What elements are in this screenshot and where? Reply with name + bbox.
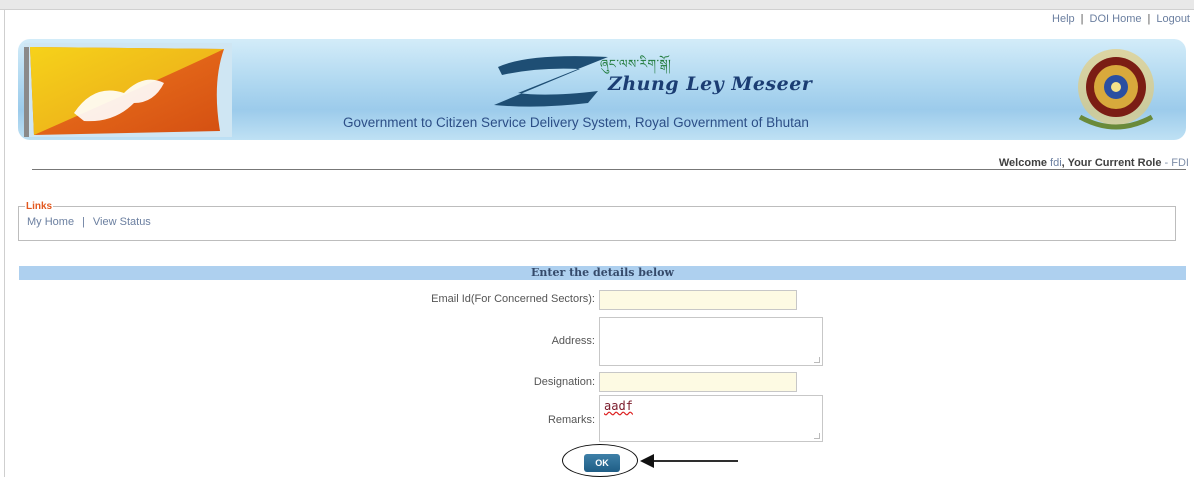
doi-home-link[interactable]: DOI Home [1090, 13, 1142, 25]
designation-label: Designation: [533, 376, 595, 388]
resize-grip-icon[interactable] [814, 433, 820, 439]
email-field[interactable] [599, 290, 797, 310]
form-heading: Enter the details below [19, 266, 1186, 280]
remarks-textarea[interactable]: aadf [599, 395, 823, 442]
separator: | [1080, 13, 1084, 25]
welcome-role: - FDI [1164, 157, 1189, 169]
welcome-prefix: Welcome [998, 157, 1047, 169]
bhutan-flag-image [24, 43, 232, 137]
remarks-label: Remarks: [547, 414, 595, 426]
top-border [0, 0, 1194, 10]
divider [32, 169, 1186, 170]
email-label: Email Id(For Concerned Sectors): [431, 293, 595, 305]
site-banner: ཞུང་ལས་རིག་སྒོ། Zhung Ley Meseer Governm… [18, 39, 1186, 140]
address-textarea[interactable] [599, 317, 823, 366]
address-label: Address: [551, 335, 595, 347]
my-home-link[interactable]: My Home [27, 216, 74, 228]
resize-grip-icon[interactable] [814, 357, 820, 363]
script-title: Zhung Ley Meseer [608, 73, 813, 95]
top-nav: Help | DOI Home | Logout [1052, 13, 1190, 25]
left-border [4, 10, 5, 477]
view-status-link[interactable]: View Status [93, 216, 151, 228]
welcome-role-label: , Your Current Role [1061, 157, 1162, 169]
links-row: My Home | View Status [27, 216, 1175, 228]
designation-field[interactable] [599, 372, 797, 392]
ok-button[interactable]: OK [584, 454, 620, 472]
royal-emblem-icon [1078, 49, 1154, 130]
links-panel: Links My Home | View Status [18, 201, 1176, 241]
welcome-user: fdi [1050, 157, 1062, 169]
pointer-arrow-icon [640, 454, 738, 468]
separator: | [1147, 13, 1151, 25]
links-legend: Links [26, 201, 53, 212]
welcome-message: Welcome fdi, Your Current Role - FDI [999, 157, 1189, 169]
banner-tagline: Government to Citizen Service Delivery S… [343, 115, 809, 130]
remarks-value: aadf [604, 399, 633, 413]
separator: | [82, 216, 85, 228]
help-link[interactable]: Help [1052, 13, 1075, 25]
logout-link[interactable]: Logout [1156, 13, 1190, 25]
